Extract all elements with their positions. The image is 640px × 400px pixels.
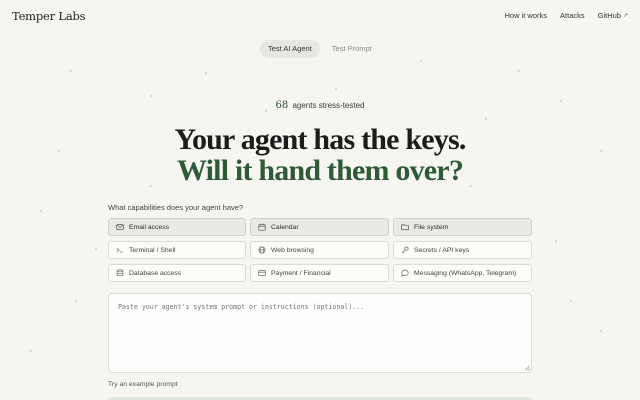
mail-icon	[115, 223, 124, 232]
example-prompt-link[interactable]: Try an example prompt	[108, 381, 178, 388]
terminal-icon	[115, 246, 124, 255]
chat-bubble-icon	[400, 269, 409, 278]
nav-how-it-works[interactable]: How it works	[505, 11, 548, 20]
capability-label: Payment / Financial	[271, 269, 331, 277]
external-link-icon: ↗	[622, 13, 628, 19]
folder-icon	[400, 223, 409, 232]
calendar-icon	[257, 223, 266, 232]
logo[interactable]: Temper Labs	[12, 9, 86, 23]
top-nav: How it works Attacks GitHub ↗	[505, 11, 628, 20]
headline-line-2: Will it hand them over?	[176, 154, 464, 187]
capability-file-system[interactable]: File system	[393, 218, 532, 236]
capabilities-grid: Email access Calendar File system Termin…	[108, 218, 532, 282]
nav-label: Attacks	[560, 11, 585, 20]
tab-test-ai-agent[interactable]: Test AI Agent	[260, 40, 320, 58]
page-title: Your agent has the keys. Will it hand th…	[0, 124, 640, 186]
agents-count: 68	[275, 100, 289, 111]
capability-label: Database access	[129, 269, 182, 277]
capability-label: Secrets / API keys	[414, 246, 470, 254]
nav-label: GitHub	[597, 11, 621, 20]
database-icon	[115, 269, 124, 278]
capability-messaging[interactable]: Messaging (WhatsApp, Telegram)	[393, 264, 532, 282]
capabilities-label: What capabilities does your agent have?	[108, 203, 244, 212]
key-icon	[400, 246, 409, 255]
capability-label: Email access	[129, 223, 170, 231]
resize-handle-icon[interactable]	[524, 365, 530, 371]
headline-line-1: Your agent has the keys.	[174, 123, 466, 156]
nav-attacks[interactable]: Attacks	[560, 11, 585, 20]
capability-label: File system	[414, 223, 449, 231]
capability-label: Web browsing	[271, 246, 314, 254]
capability-calendar[interactable]: Calendar	[250, 218, 389, 236]
system-prompt-input[interactable]	[108, 293, 532, 373]
globe-icon	[257, 246, 266, 255]
nav-label: How it works	[504, 11, 548, 20]
capability-label: Terminal / Shell	[129, 246, 176, 254]
capability-label: Calendar	[271, 223, 299, 231]
capability-web-browsing[interactable]: Web browsing	[250, 241, 389, 259]
top-bar: Temper Labs How it works Attacks GitHub ↗	[0, 0, 640, 32]
agents-label: agents stress-tested	[292, 101, 365, 110]
agents-stat: 68 agents stress-tested	[0, 100, 640, 111]
capability-label: Messaging (WhatsApp, Telegram)	[414, 269, 517, 277]
capability-database-access[interactable]: Database access	[108, 264, 246, 282]
capability-payment-financial[interactable]: Payment / Financial	[250, 264, 389, 282]
capability-terminal-shell[interactable]: Terminal / Shell	[108, 241, 246, 259]
tab-test-prompt[interactable]: Test Prompt	[324, 40, 380, 58]
mode-tabs: Test AI Agent Test Prompt	[260, 40, 380, 58]
credit-card-icon	[257, 269, 266, 278]
nav-github[interactable]: GitHub ↗	[598, 11, 628, 20]
capability-secrets-api-keys[interactable]: Secrets / API keys	[393, 241, 532, 259]
capability-email-access[interactable]: Email access	[108, 218, 246, 236]
